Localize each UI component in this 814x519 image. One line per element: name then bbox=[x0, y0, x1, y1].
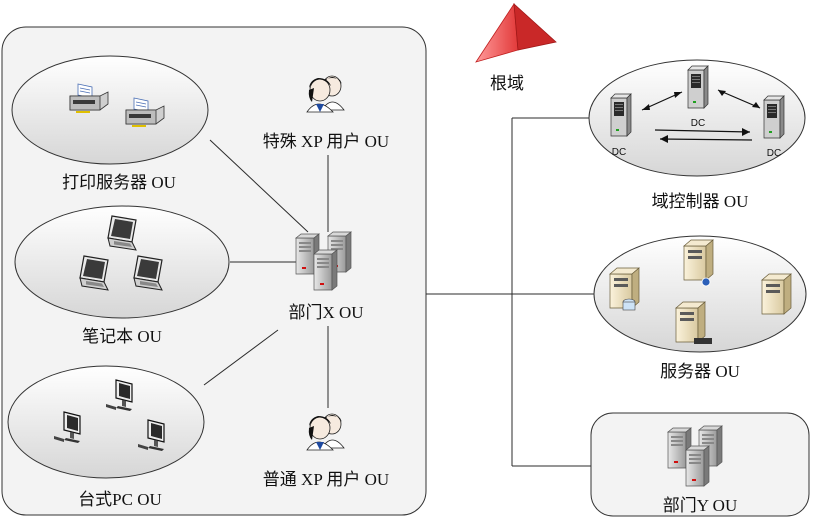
normal-xp-users-label: 普通 XP 用户 OU bbox=[263, 470, 389, 489]
server-icon bbox=[685, 445, 710, 487]
dc-label: DC bbox=[612, 147, 626, 158]
root-domain-label: 根域 bbox=[490, 74, 524, 93]
dc-server-icon bbox=[687, 65, 709, 109]
ou-diagram: 打印服务器 OU 笔记本 OU 台式PC OU 特殊 XP 用户 OU 普通 X… bbox=[1, 2, 810, 517]
department-x-label: 部门X OU bbox=[288, 303, 363, 322]
dc-server-icon bbox=[610, 93, 632, 137]
servers-label: 服务器 OU bbox=[660, 362, 740, 381]
dc-label: DC bbox=[767, 148, 781, 159]
laptop-icon bbox=[79, 255, 109, 291]
domain-controllers-ou: DC DC DC 域控制器 OU bbox=[588, 59, 806, 211]
laptops-label: 笔记本 OU bbox=[82, 327, 162, 346]
server-icon bbox=[313, 249, 338, 291]
dc-label: DC bbox=[691, 118, 705, 129]
domain-controllers-label: 域控制器 OU bbox=[652, 192, 749, 211]
special-xp-users-label: 特殊 XP 用户 OU bbox=[263, 132, 389, 151]
servers-ou: 服务器 OU bbox=[593, 235, 807, 381]
department-y-label: 部门Y OU bbox=[663, 496, 737, 515]
print-servers-label: 打印服务器 OU bbox=[62, 173, 176, 192]
laptop-icon bbox=[107, 215, 137, 251]
root-domain: 根域 bbox=[475, 2, 557, 93]
department-y-ou: 部门Y OU bbox=[590, 412, 810, 517]
desktops-label: 台式PC OU bbox=[78, 490, 162, 509]
server-icon bbox=[675, 301, 706, 343]
server-icon bbox=[761, 273, 792, 315]
pyramid-icon bbox=[475, 2, 519, 63]
server-icon bbox=[683, 239, 714, 281]
dc-server-icon bbox=[763, 95, 785, 139]
laptop-icon bbox=[133, 255, 163, 291]
